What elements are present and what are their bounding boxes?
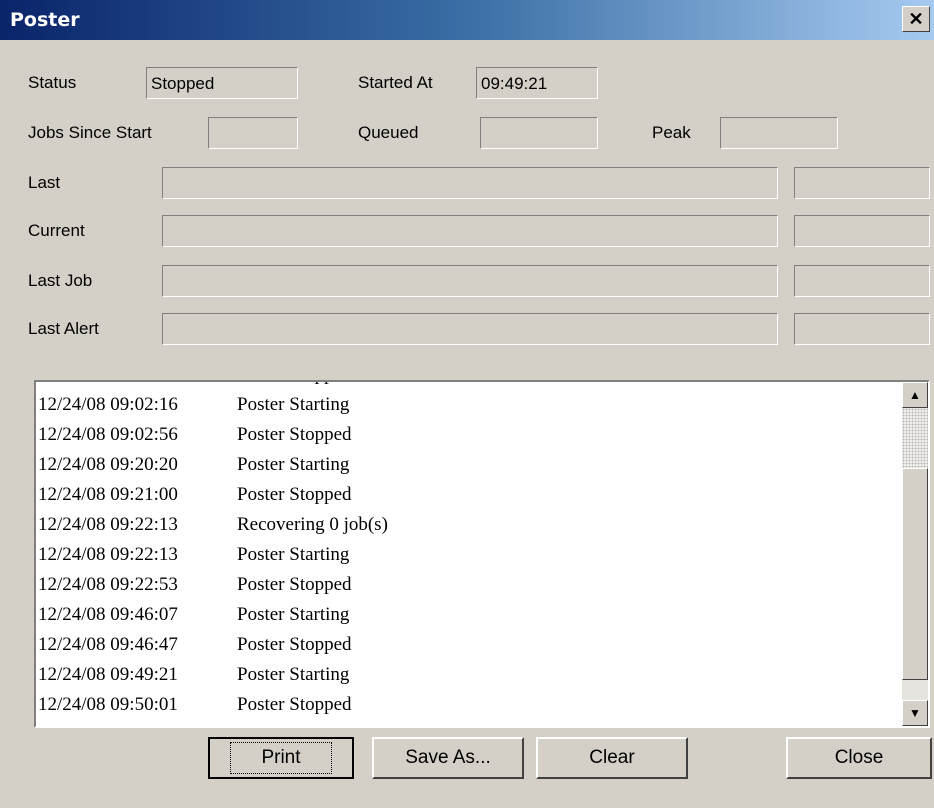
print-button-label: Print [230,742,332,774]
log-timestamp: 12/24/08 09:02:56 [38,424,178,445]
log-row[interactable]: 12/24/08 09:46:07 Poster Starting [38,600,900,630]
log-timestamp: 12/24/08 09:49:21 [38,664,178,685]
started-at-field: 09:49:21 [476,67,598,99]
save-as-button[interactable]: Save As... [372,737,524,779]
log-timestamp: 12/24/08 09:50:01 [38,694,178,715]
log-message: Poster Stopped [237,694,352,715]
last-extra-field [794,167,930,199]
log-list: Poster Stopped 12/24/08 09:02:16 Poster St… [38,382,900,720]
log-row[interactable]: 12/24/08 09:22:13 Recovering 0 job(s) [38,510,900,540]
log-row[interactable]: 12/24/08 09:22:13 Poster Starting [38,540,900,570]
current-label: Current [28,221,85,240]
log-message: Poster Stopped [237,424,352,445]
close-icon: ✕ [908,9,924,29]
log-timestamp: 12/24/08 09:20:20 [38,454,178,475]
current-field [162,215,778,247]
log-row[interactable]: Poster Stopped [38,382,900,390]
log-row[interactable]: 12/24/08 09:49:21 Poster Starting [38,660,900,690]
log-row[interactable]: 12/24/08 09:50:01 Poster Stopped [38,690,900,720]
log-timestamp: 12/24/08 09:21:00 [38,484,178,505]
log-row[interactable]: 12/24/08 09:02:16 Poster Starting [38,390,900,420]
last-field [162,167,778,199]
log-message: Poster Stopped [237,634,352,655]
log-message: Poster Starting [237,604,350,625]
jobs-since-start-field [208,117,298,149]
queued-field [480,117,598,149]
peak-field [720,117,838,149]
log-row[interactable]: 12/24/08 09:20:20 Poster Starting [38,450,900,480]
started-at-label: Started At [358,73,433,92]
last-job-label: Last Job [28,271,93,290]
arrow-down-icon: ▼ [909,706,921,720]
queued-label: Queued [358,123,419,142]
arrow-up-icon: ▲ [909,388,921,402]
log-message: Recovering 0 job(s) [237,514,388,535]
log-scrollbar[interactable]: ▲ ▼ [902,382,928,726]
last-alert-field [162,313,778,345]
log-message: Poster Starting [237,544,350,565]
log-message: Poster Starting [237,664,350,685]
log-message: Poster Starting [237,394,350,415]
log-timestamp: 12/24/08 09:02:16 [38,394,178,415]
status-field: Stopped [146,67,298,99]
last-job-field [162,265,778,297]
log-message: Poster Stopped [237,574,352,595]
window-title: Poster [10,9,80,31]
log-message: Poster Stopped [237,382,352,390]
jobs-since-start-label: Jobs Since Start [28,123,152,142]
save-as-button-label: Save As... [405,747,491,768]
log-message: Poster Stopped [237,484,352,505]
log-message: Poster Starting [237,454,350,475]
close-button[interactable]: Close [786,737,932,779]
close-button-label: Close [834,747,884,768]
close-window-button[interactable]: ✕ [902,6,930,32]
log-row[interactable]: 12/24/08 09:21:00 Poster Stopped [38,480,900,510]
log-timestamp: 12/24/08 09:22:53 [38,574,178,595]
log-row[interactable]: 12/24/08 09:46:47 Poster Stopped [38,630,900,660]
scroll-up-button[interactable]: ▲ [902,382,928,408]
title-bar[interactable]: Poster ✕ [0,0,934,40]
status-label: Status [28,73,77,92]
log-timestamp: 12/24/08 09:46:07 [38,604,178,625]
last-alert-extra-field [794,313,930,345]
log-listbox[interactable]: Poster Stopped 12/24/08 09:02:16 Poster St… [34,380,930,728]
log-row[interactable]: 12/24/08 09:02:56 Poster Stopped [38,420,900,450]
last-label: Last [28,173,61,192]
log-row[interactable]: 12/24/08 09:22:53 Poster Stopped [38,570,900,600]
last-job-extra-field [794,265,930,297]
peak-label: Peak [652,123,691,142]
print-button[interactable]: Print [208,737,354,779]
log-timestamp: 12/24/08 09:22:13 [38,514,178,535]
scroll-thumb[interactable] [902,468,928,680]
scroll-down-button[interactable]: ▼ [902,700,928,726]
current-extra-field [794,215,930,247]
scroll-track[interactable] [902,408,928,468]
log-timestamp: 12/24/08 09:46:47 [38,634,178,655]
last-alert-label: Last Alert [28,319,99,338]
log-timestamp: 12/24/08 09:22:13 [38,544,178,565]
clear-button-label: Clear [589,747,635,768]
clear-button[interactable]: Clear [536,737,688,779]
